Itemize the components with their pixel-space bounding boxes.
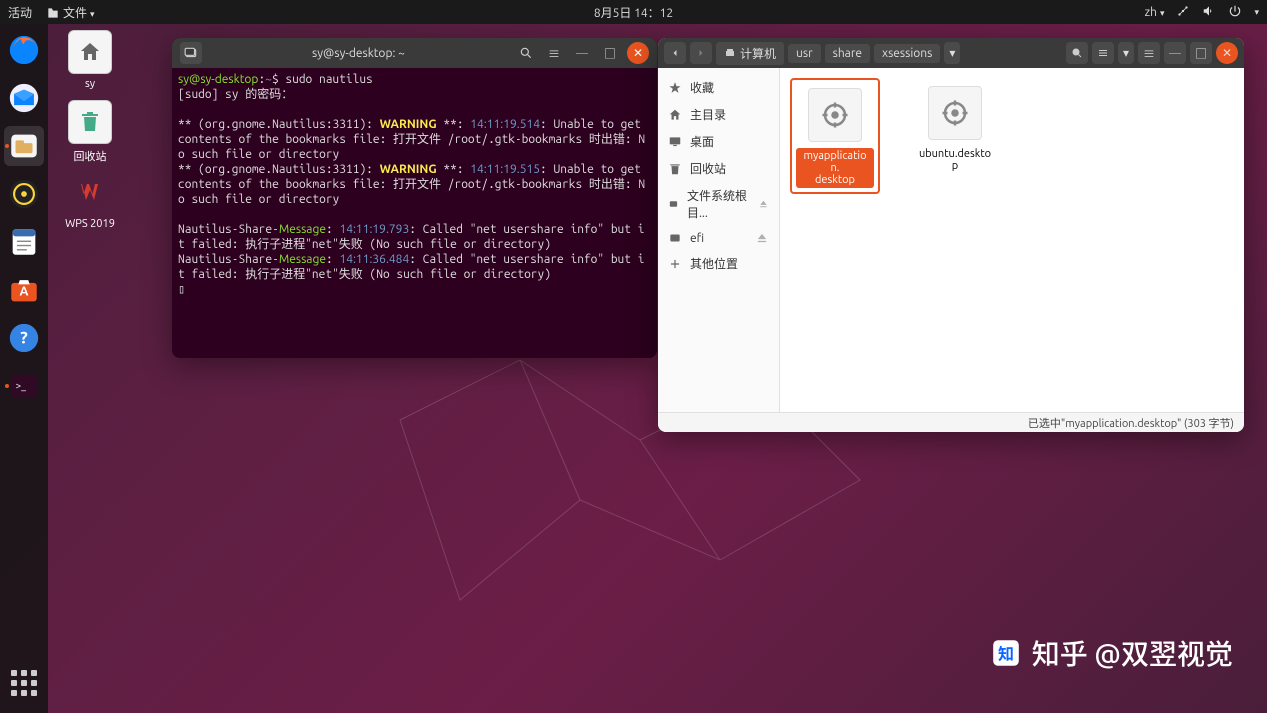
sidebar-desktop[interactable]: 桌面 bbox=[658, 128, 779, 155]
desktop-home[interactable]: sy bbox=[60, 30, 120, 90]
top-bar: 活动 文件 8月5日 14：12 zh ▾ bbox=[0, 0, 1267, 24]
dock-firefox[interactable] bbox=[4, 30, 44, 70]
nav-back-button[interactable] bbox=[664, 42, 686, 64]
dock-help[interactable]: ? bbox=[4, 318, 44, 358]
app-menu[interactable]: 文件 bbox=[46, 4, 95, 21]
sidebar-trash[interactable]: 回收站 bbox=[658, 155, 779, 182]
nautilus-search-button[interactable] bbox=[1066, 42, 1088, 64]
nav-forward-button[interactable] bbox=[690, 42, 712, 64]
breadcrumb-more[interactable]: ▾ bbox=[944, 42, 960, 64]
input-method[interactable]: zh bbox=[1145, 6, 1165, 19]
terminal-close-button[interactable]: ✕ bbox=[627, 42, 649, 64]
svg-text:知: 知 bbox=[998, 644, 1014, 663]
terminal-minimize-button[interactable]: ─ bbox=[571, 42, 593, 64]
file-myapplication.desktop[interactable]: myapplication.desktop bbox=[790, 78, 880, 194]
breadcrumb-share[interactable]: share bbox=[825, 44, 870, 63]
terminal-maximize-button[interactable]: □ bbox=[599, 42, 621, 64]
dock-files[interactable] bbox=[4, 126, 44, 166]
terminal-window: sy@sy-desktop: ~ ≡ ─ □ ✕ sy@sy-desktop:~… bbox=[172, 38, 657, 358]
activities-button[interactable]: 活动 bbox=[8, 4, 32, 21]
system-menu-chevron[interactable]: ▾ bbox=[1254, 7, 1259, 18]
svg-text:>_: >_ bbox=[16, 380, 27, 391]
desktop-wps-label: WPS 2019 bbox=[65, 218, 115, 230]
sidebar-home[interactable]: 主目录 bbox=[658, 101, 779, 128]
terminal-titlebar[interactable]: sy@sy-desktop: ~ ≡ ─ □ ✕ bbox=[172, 38, 657, 68]
sidebar-disk[interactable]: efi bbox=[658, 226, 779, 250]
desktop-home-label: sy bbox=[85, 78, 95, 90]
svg-text:?: ? bbox=[20, 329, 28, 348]
dock-rhythmbox[interactable] bbox=[4, 174, 44, 214]
view-dropdown-button[interactable]: ▾ bbox=[1118, 42, 1134, 64]
view-toggle-button[interactable] bbox=[1092, 42, 1114, 64]
nautilus-titlebar[interactable]: 计算机 usr share xsessions ▾ ▾ ≡ ─ □ ✕ bbox=[658, 38, 1244, 68]
breadcrumb-usr[interactable]: usr bbox=[788, 44, 821, 63]
nautilus-window: 计算机 usr share xsessions ▾ ▾ ≡ ─ □ ✕ 收藏主目… bbox=[658, 38, 1244, 432]
breadcrumb-xsessions[interactable]: xsessions bbox=[874, 44, 940, 63]
network-icon[interactable] bbox=[1176, 4, 1190, 21]
sidebar-plus[interactable]: 其他位置 bbox=[658, 250, 779, 277]
file-ubuntu.desktop[interactable]: ubuntu.desktop bbox=[910, 78, 1000, 178]
nautilus-sidebar: 收藏主目录桌面回收站文件系统根目...efi其他位置 bbox=[658, 68, 780, 412]
dock-thunderbird[interactable] bbox=[4, 78, 44, 118]
terminal-output[interactable]: sy@sy-desktop:~$ sudo nautilus [sudo] sy… bbox=[172, 68, 657, 301]
dock-terminal[interactable]: >_ bbox=[4, 366, 44, 406]
dock-software[interactable]: A bbox=[4, 270, 44, 310]
svg-text:A: A bbox=[20, 285, 29, 299]
nautilus-menu-button[interactable]: ≡ bbox=[1138, 42, 1160, 64]
volume-icon[interactable] bbox=[1202, 4, 1216, 21]
sidebar-star[interactable]: 收藏 bbox=[658, 74, 779, 101]
breadcrumb-root[interactable]: 计算机 bbox=[716, 42, 784, 65]
nautilus-minimize-button[interactable]: ─ bbox=[1164, 42, 1186, 64]
nautilus-close-button[interactable]: ✕ bbox=[1216, 42, 1238, 64]
nautilus-status-bar: 已选中"myapplication.desktop" (303 字节) bbox=[658, 412, 1244, 432]
desktop-wps[interactable]: WPS 2019 bbox=[60, 170, 120, 230]
nautilus-maximize-button[interactable]: □ bbox=[1190, 42, 1212, 64]
power-icon[interactable] bbox=[1228, 4, 1242, 21]
new-tab-button[interactable] bbox=[180, 42, 202, 64]
watermark: 知 知乎 @双翌视觉 bbox=[990, 633, 1233, 673]
terminal-search-button[interactable] bbox=[515, 42, 537, 64]
terminal-title: sy@sy-desktop: ~ bbox=[208, 47, 509, 60]
dock: A ? >_ bbox=[0, 24, 48, 713]
show-applications[interactable] bbox=[4, 663, 44, 703]
desktop-trash[interactable]: 回收站 bbox=[60, 100, 120, 164]
nautilus-file-area[interactable]: myapplication.desktop ubuntu.desktop bbox=[780, 68, 1244, 412]
dock-writer[interactable] bbox=[4, 222, 44, 262]
terminal-menu-button[interactable]: ≡ bbox=[543, 42, 565, 64]
desktop-trash-label: 回收站 bbox=[74, 151, 107, 163]
sidebar-disk[interactable]: 文件系统根目... bbox=[658, 182, 779, 226]
clock[interactable]: 8月5日 14：12 bbox=[594, 4, 673, 21]
